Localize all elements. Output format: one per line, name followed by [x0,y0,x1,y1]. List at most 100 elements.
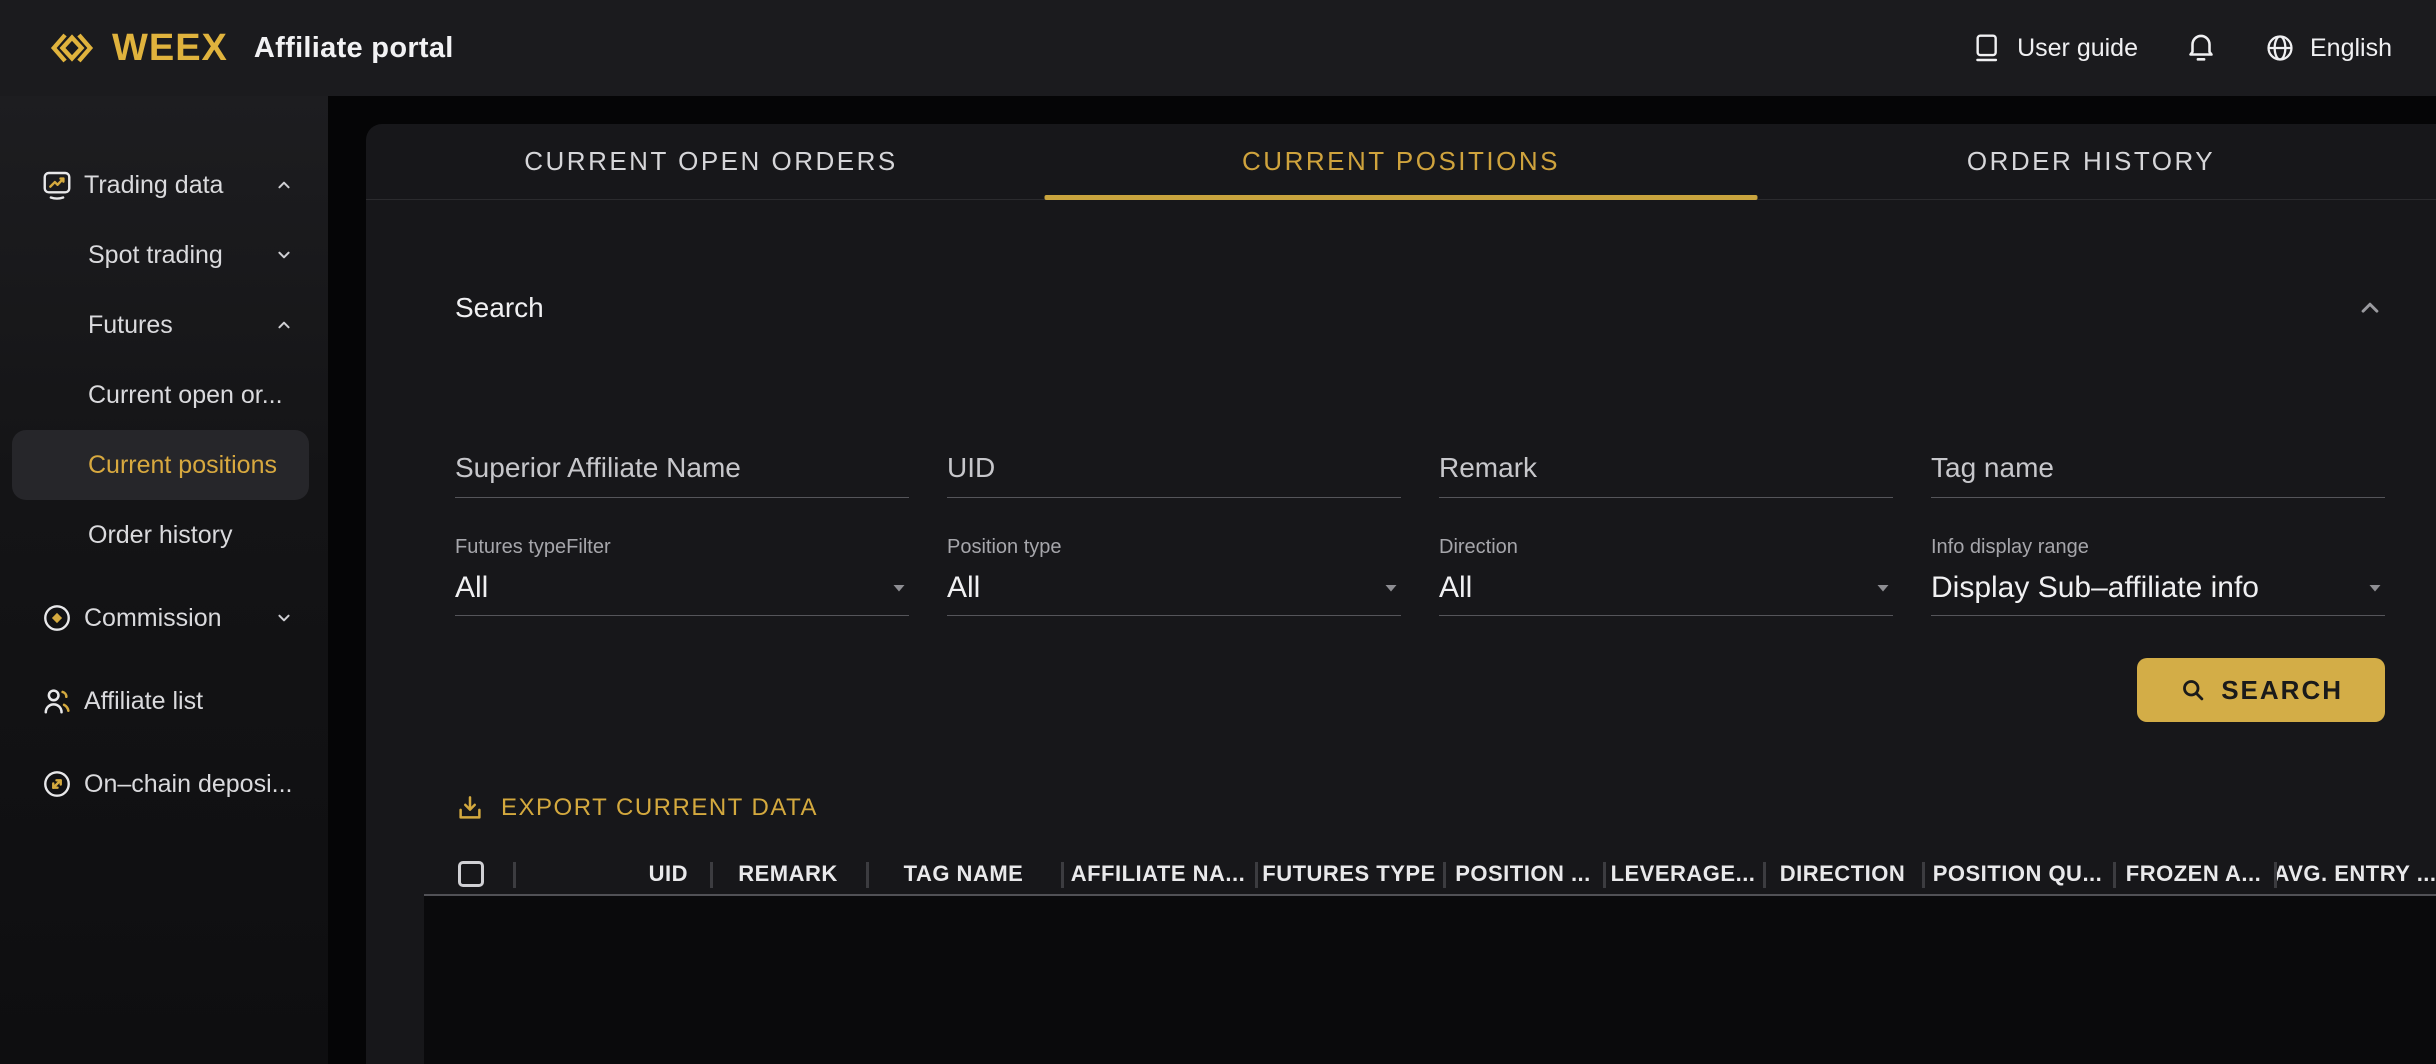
weex-logo-icon [46,26,98,70]
sidebar-item-affiliate-list[interactable]: Affiliate list [12,666,309,736]
chevron-up-icon [273,314,295,336]
chevron-up-icon [273,174,295,196]
table-header-checkbox-cell [424,854,513,894]
futures-type-select[interactable]: All [455,560,909,616]
download-icon [455,793,485,823]
search-section: Search [366,200,2436,722]
sidebar-item-onchain-deposit[interactable]: On–chain deposi... [12,749,309,819]
column-header-avg-entry: AVG. ENTRY ... [2274,854,2436,894]
search-button-label: SEARCH [2221,675,2343,706]
sidebar-item-label: Current positions [88,451,277,480]
select-value: All [455,571,488,605]
sidebar-item-current-positions[interactable]: Current positions [12,430,309,500]
page-title: Affiliate portal [254,32,454,65]
uid-input[interactable] [947,438,1401,498]
column-header-uid: UID [513,854,710,894]
select-label: Info display range [1931,536,2385,560]
remark-input[interactable] [1439,438,1893,498]
dropdown-arrow-icon [1381,578,1401,598]
sidebar-item-commission[interactable]: Commission [12,583,309,653]
shell: Trading data Spot trading Futures Curren… [0,96,2436,1064]
search-header: Search [455,292,2385,324]
column-header-remark: REMARK [710,854,866,894]
sidebar-item-label: Spot trading [88,241,223,270]
results-section: EXPORT CURRENT DATA UID REMARK TAG NAME … [366,722,2436,1064]
dropdown-arrow-icon [889,578,909,598]
main-area: CURRENT OPEN ORDERS CURRENT POSITIONS OR… [328,96,2436,1064]
direction-select[interactable]: All [1439,560,1893,616]
main-panel: CURRENT OPEN ORDERS CURRENT POSITIONS OR… [366,124,2436,1064]
book-icon [1971,32,2003,64]
trading-data-icon [40,168,74,202]
chevron-down-icon [273,244,295,266]
sidebar-item-order-history[interactable]: Order history [12,500,309,570]
select-value: Display Sub–affiliate info [1931,571,2259,605]
dropdown-arrow-icon [2365,578,2385,598]
column-header-affiliate-name: AFFILIATE NA... [1061,854,1255,894]
user-guide-label: User guide [2017,34,2138,63]
select-all-checkbox[interactable] [458,861,484,887]
tab-order-history[interactable]: ORDER HISTORY [1746,124,2436,199]
onchain-deposit-icon [40,767,74,801]
brand-name: WEEX [112,27,228,70]
select-label: Futures typeFilter [455,536,909,560]
export-label: EXPORT CURRENT DATA [501,794,818,822]
sidebar-item-label: Current open or... [88,381,283,410]
search-button[interactable]: SEARCH [2137,658,2385,722]
select-label: Direction [1439,536,1893,560]
affiliate-list-icon [40,684,74,718]
commission-icon [40,601,74,635]
sidebar-item-label: Order history [88,521,232,550]
sidebar-item-label: Commission [84,604,222,633]
table-header-row: UID REMARK TAG NAME AFFILIATE NA... FUTU… [424,854,2436,896]
tag-name-input[interactable] [1931,438,2385,498]
table-body [424,896,2436,1064]
notifications-button[interactable] [2184,31,2218,65]
select-label: Position type [947,536,1401,560]
column-header-position-type: POSITION ... [1443,854,1603,894]
column-header-futures-type: FUTURES TYPE [1255,854,1443,894]
export-current-data-button[interactable]: EXPORT CURRENT DATA [455,788,2436,828]
sidebar-item-trading-data[interactable]: Trading data [12,150,309,220]
bell-icon [2184,31,2218,65]
top-header: WEEX Affiliate portal User guide [0,0,2436,96]
dropdown-arrow-icon [1873,578,1893,598]
user-guide-button[interactable]: User guide [1971,32,2138,64]
collapse-chevron-icon[interactable] [2355,293,2385,323]
sidebar-item-label: On–chain deposi... [84,770,292,799]
field-info-display-range: Info display range Display Sub–affiliate… [1931,536,2385,616]
sidebar-item-spot-trading[interactable]: Spot trading [12,220,309,290]
field-uid [947,438,1401,498]
sidebar-item-label: Trading data [84,171,223,200]
column-header-tag-name: TAG NAME [866,854,1061,894]
select-value: All [947,571,980,605]
info-display-range-select[interactable]: Display Sub–affiliate info [1931,560,2385,616]
sidebar-item-current-open-orders[interactable]: Current open or... [12,360,309,430]
sidebar: Trading data Spot trading Futures Curren… [0,96,328,1064]
field-remark [1439,438,1893,498]
positions-table: UID REMARK TAG NAME AFFILIATE NA... FUTU… [424,854,2436,1064]
tab-current-open-orders[interactable]: CURRENT OPEN ORDERS [366,124,1056,199]
field-tag-name [1931,438,2385,498]
sidebar-item-futures[interactable]: Futures [12,290,309,360]
position-type-select[interactable]: All [947,560,1401,616]
superior-affiliate-name-input[interactable] [455,438,909,498]
language-selector[interactable]: English [2264,32,2392,64]
field-futures-type: Futures typeFilter All [455,536,909,616]
select-value: All [1439,571,1472,605]
field-superior-affiliate-name [455,438,909,498]
field-direction: Direction All [1439,536,1893,616]
sidebar-item-label: Futures [88,311,173,340]
select-filter-row: Futures typeFilter All Position type [455,536,2385,616]
column-header-leverage: LEVERAGE... [1603,854,1763,894]
sidebar-item-label: Affiliate list [84,687,203,716]
search-icon [2179,676,2207,704]
column-header-frozen-amount: FROZEN A... [2113,854,2274,894]
field-position-type: Position type All [947,536,1401,616]
tab-current-positions[interactable]: CURRENT POSITIONS [1056,124,1746,199]
tab-bar: CURRENT OPEN ORDERS CURRENT POSITIONS OR… [366,124,2436,200]
search-title: Search [455,292,544,324]
language-label: English [2310,34,2392,63]
search-button-row: SEARCH [455,658,2385,722]
app: WEEX Affiliate portal User guide [0,0,2436,1064]
